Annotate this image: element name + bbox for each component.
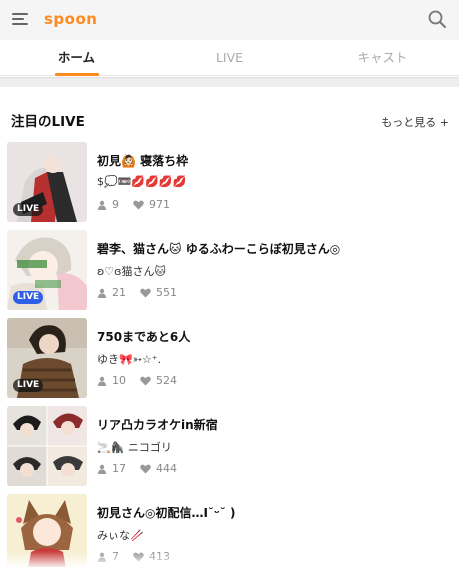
live-thumbnail: LIVE	[7, 142, 87, 222]
live-list-item[interactable]: リア凸カラオケin新宿 🚬🦍 ニコゴリ 17 444	[0, 406, 459, 494]
divider-band	[0, 77, 459, 87]
dj-name: 🚬🦍 ニコゴリ	[97, 441, 172, 454]
live-title: リア凸カラオケin新宿	[97, 418, 218, 432]
listener-count: 17	[112, 462, 126, 475]
live-badge: LIVE	[13, 291, 44, 304]
live-badge: LIVE	[13, 379, 44, 392]
live-thumbnail: LIVE	[7, 318, 87, 398]
live-title: 750まであと6人	[97, 330, 191, 344]
dj-name: ゆき🎀➳☆⁺.	[97, 353, 162, 366]
tab-cast[interactable]: キャスト	[306, 40, 459, 75]
live-thumbnail	[7, 406, 87, 486]
live-title: 初見🙆🏻 寝落ち枠	[97, 154, 189, 168]
spoon-logo[interactable]: spoon	[44, 10, 97, 28]
main-tabs: ホーム LIVE キャスト	[0, 40, 459, 76]
heart-icon	[140, 376, 151, 385]
like-count: 971	[149, 198, 170, 211]
person-icon	[98, 288, 106, 298]
live-list-item[interactable]: LIVE 碧李、猫さん🐱 ゆるふわーこらぼ初見さん◎ ʚ♡ɞ猫さん🐱 21 55…	[0, 230, 459, 318]
search-icon[interactable]	[427, 9, 447, 29]
dj-name: みぃな🥢	[97, 529, 144, 542]
live-list-item[interactable]: LIVE 750まであと6人 ゆき🎀➳☆⁺. 10 524	[0, 318, 459, 406]
live-thumbnail: LIVE	[7, 230, 87, 310]
person-icon	[98, 376, 106, 386]
dj-name: $💭📼💋💋💋💋	[97, 175, 187, 188]
like-count: 551	[156, 286, 177, 299]
like-count: 524	[156, 374, 177, 387]
bottom-fade	[0, 551, 459, 567]
person-icon	[98, 464, 106, 474]
app-header: spoon	[0, 0, 459, 40]
live-badge: LIVE	[13, 203, 44, 216]
person-icon	[98, 200, 106, 210]
heart-icon	[140, 464, 151, 473]
dj-name: ʚ♡ɞ猫さん🐱	[97, 265, 166, 278]
section-title: 注目のLIVE	[11, 114, 85, 130]
see-more-link[interactable]: もっと見る +	[381, 114, 449, 130]
heart-icon	[133, 200, 144, 209]
listener-count: 9	[112, 198, 119, 211]
tab-home[interactable]: ホーム	[0, 40, 153, 76]
like-count: 444	[156, 462, 177, 475]
heart-icon	[140, 288, 151, 297]
live-stats: 9 971	[97, 198, 170, 211]
tab-live[interactable]: LIVE	[153, 40, 306, 75]
live-title: 初見さん◎初配信…I˘ᵕ˘ )	[97, 506, 236, 520]
hamburger-menu-icon[interactable]	[12, 11, 30, 27]
live-title: 碧李、猫さん🐱 ゆるふわーこらぼ初見さん◎	[97, 242, 341, 256]
listener-count: 21	[112, 286, 126, 299]
listener-count: 10	[112, 374, 126, 387]
live-stats: 17 444	[97, 462, 177, 475]
live-list-item[interactable]: LIVE 初見🙆🏻 寝落ち枠 $💭📼💋💋💋💋 9 971	[0, 142, 459, 230]
live-stats: 21 551	[97, 286, 177, 299]
live-stats: 10 524	[97, 374, 177, 387]
